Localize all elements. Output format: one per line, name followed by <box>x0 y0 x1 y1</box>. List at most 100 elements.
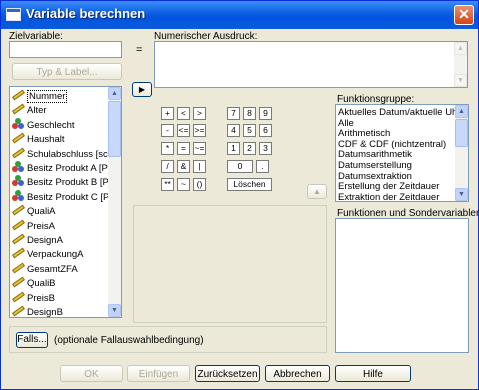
scale-variable-icon <box>12 233 25 245</box>
ok-button[interactable]: OK <box>60 365 123 382</box>
function-group-scrollbar[interactable]: ▲ ▼ <box>455 105 468 201</box>
keypad-button[interactable]: ~ <box>177 178 190 191</box>
keypad-button[interactable]: () <box>193 178 206 191</box>
scale-variable-icon <box>12 89 25 101</box>
variable-item[interactable]: DesignB <box>12 305 63 317</box>
variable-list-scrollbar[interactable]: ▲ ▼ <box>108 87 121 317</box>
scale-variable-icon <box>12 132 25 144</box>
keypad-button[interactable]: . <box>256 160 269 173</box>
variable-name: Haushalt <box>27 134 65 146</box>
close-button[interactable]: ✕ <box>454 5 474 25</box>
variable-name: Schulabschluss [sc <box>27 148 108 160</box>
variable-list[interactable]: Nummer Alter Geschlecht Haushalt Schulabschl… <box>9 86 122 318</box>
window-title: Variable berechnen <box>26 6 146 21</box>
keypad-button[interactable]: 1 <box>227 142 240 155</box>
keypad-button[interactable]: 5 <box>243 124 256 137</box>
variable-item[interactable]: Schulabschluss [sc <box>12 147 108 161</box>
keypad-button[interactable]: 0 <box>227 160 253 173</box>
compute-variable-dialog: Variable berechnen ✕ Zielvariable: Typ &… <box>0 0 479 390</box>
variable-name: PreisB <box>27 292 55 304</box>
function-group-list[interactable]: Aktuelles Datum/aktuelle Uh Alle Arithmeti… <box>335 104 469 202</box>
variable-name: Geschlecht <box>27 119 75 131</box>
scroll-up-icon[interactable]: ▲ <box>108 87 121 100</box>
title-bar[interactable]: Variable berechnen ✕ <box>1 1 478 29</box>
variable-item[interactable]: QualiA <box>12 204 56 218</box>
keypad-button[interactable]: - <box>161 124 174 137</box>
variable-name: VerpackungA <box>27 249 84 261</box>
variable-item[interactable]: Geschlecht <box>12 117 75 132</box>
cancel-button[interactable]: Abbrechen <box>265 365 330 382</box>
window-icon <box>6 8 21 21</box>
keypad-button[interactable]: 9 <box>259 107 272 120</box>
variable-name: Besitz Produkt A [P <box>27 163 108 174</box>
variable-item[interactable]: PreisB <box>12 291 55 305</box>
keypad-button[interactable]: > <box>193 107 206 120</box>
function-group-item[interactable]: Aktuelles Datum/aktuelle Uh <box>338 107 457 119</box>
move-variable-button[interactable]: ▶ <box>132 82 152 97</box>
variable-item[interactable]: Besitz Produkt C [P <box>12 189 110 204</box>
keypad-button[interactable]: / <box>161 160 174 173</box>
scroll-up-icon[interactable]: ▲ <box>455 105 468 118</box>
move-function-up-button[interactable]: ▲ <box>307 184 327 199</box>
variable-item[interactable]: DesignA <box>12 233 63 247</box>
scale-variable-icon <box>12 305 25 317</box>
expression-scrollbar[interactable]: ▲ ▼ <box>454 42 467 87</box>
scale-variable-icon <box>12 219 25 231</box>
variable-item[interactable]: Alter <box>12 103 47 117</box>
scrollbar-thumb[interactable] <box>455 119 468 147</box>
scale-variable-icon <box>12 247 25 259</box>
scroll-down-icon[interactable]: ▼ <box>455 188 468 201</box>
variable-item[interactable]: VerpackungA <box>12 247 84 261</box>
variable-name: PreisA <box>27 220 55 232</box>
reset-button[interactable]: Zurücksetzen <box>195 365 260 382</box>
keypad-button[interactable]: + <box>161 107 174 120</box>
keypad-button[interactable]: = <box>177 142 190 155</box>
keypad-button[interactable]: * <box>161 142 174 155</box>
keypad-button[interactable]: 6 <box>259 124 272 137</box>
variable-name: QualiA <box>27 206 56 218</box>
type-label-button[interactable]: Typ & Label... <box>12 63 122 80</box>
keypad-button[interactable]: 7 <box>227 107 240 120</box>
keypad-button[interactable]: 2 <box>243 142 256 155</box>
variable-item[interactable]: Haushalt <box>12 132 65 146</box>
scroll-up-icon[interactable]: ▲ <box>454 42 467 55</box>
variable-name: DesignA <box>27 235 63 246</box>
keypad-button[interactable]: Löschen <box>227 178 272 191</box>
keypad-button[interactable]: ** <box>161 178 174 191</box>
keypad-button[interactable]: >= <box>193 124 206 137</box>
scale-variable-icon <box>12 276 25 288</box>
function-description-area <box>133 205 327 323</box>
variable-item[interactable]: GesamtZFA <box>12 262 78 276</box>
variable-item[interactable]: QualiB <box>12 276 56 290</box>
keypad-button[interactable]: 3 <box>259 142 272 155</box>
target-variable-input[interactable] <box>9 41 122 58</box>
function-group-item[interactable]: Extraktion der Zeitdauer <box>338 192 439 201</box>
functions-list[interactable] <box>335 218 469 353</box>
scroll-down-icon[interactable]: ▼ <box>454 74 467 87</box>
help-button[interactable]: Hilfe <box>335 365 411 382</box>
keypad-button[interactable]: 8 <box>243 107 256 120</box>
scrollbar-thumb[interactable] <box>108 101 121 157</box>
nominal-variable-icon <box>12 175 24 187</box>
variable-name: Besitz Produkt C [P <box>27 191 110 203</box>
nominal-variable-icon <box>12 161 24 173</box>
numeric-expression-input[interactable]: ▲ ▼ <box>154 41 468 88</box>
if-button[interactable]: Falls... <box>16 332 48 348</box>
variable-name: QualiB <box>27 278 56 290</box>
scroll-down-icon[interactable]: ▼ <box>108 304 121 317</box>
scale-variable-icon <box>12 262 25 274</box>
variable-item[interactable]: PreisA <box>12 219 55 233</box>
keypad-button[interactable]: < <box>177 107 190 120</box>
variable-item[interactable]: Nummer <box>12 89 68 103</box>
variable-name: GesamtZFA <box>27 263 78 275</box>
keypad-button[interactable]: 4 <box>227 124 240 137</box>
variable-name: Besitz Produkt B [P <box>27 177 109 189</box>
variable-item[interactable]: Besitz Produkt A [P <box>12 161 108 175</box>
variable-item[interactable]: Besitz Produkt B [P <box>12 175 109 189</box>
keypad-button[interactable]: ~= <box>193 142 206 155</box>
keypad-button[interactable]: | <box>193 160 206 173</box>
nominal-variable-icon <box>12 189 24 202</box>
keypad-button[interactable]: & <box>177 160 190 173</box>
paste-button[interactable]: Einfügen <box>127 365 190 382</box>
keypad-button[interactable]: <= <box>177 124 190 137</box>
